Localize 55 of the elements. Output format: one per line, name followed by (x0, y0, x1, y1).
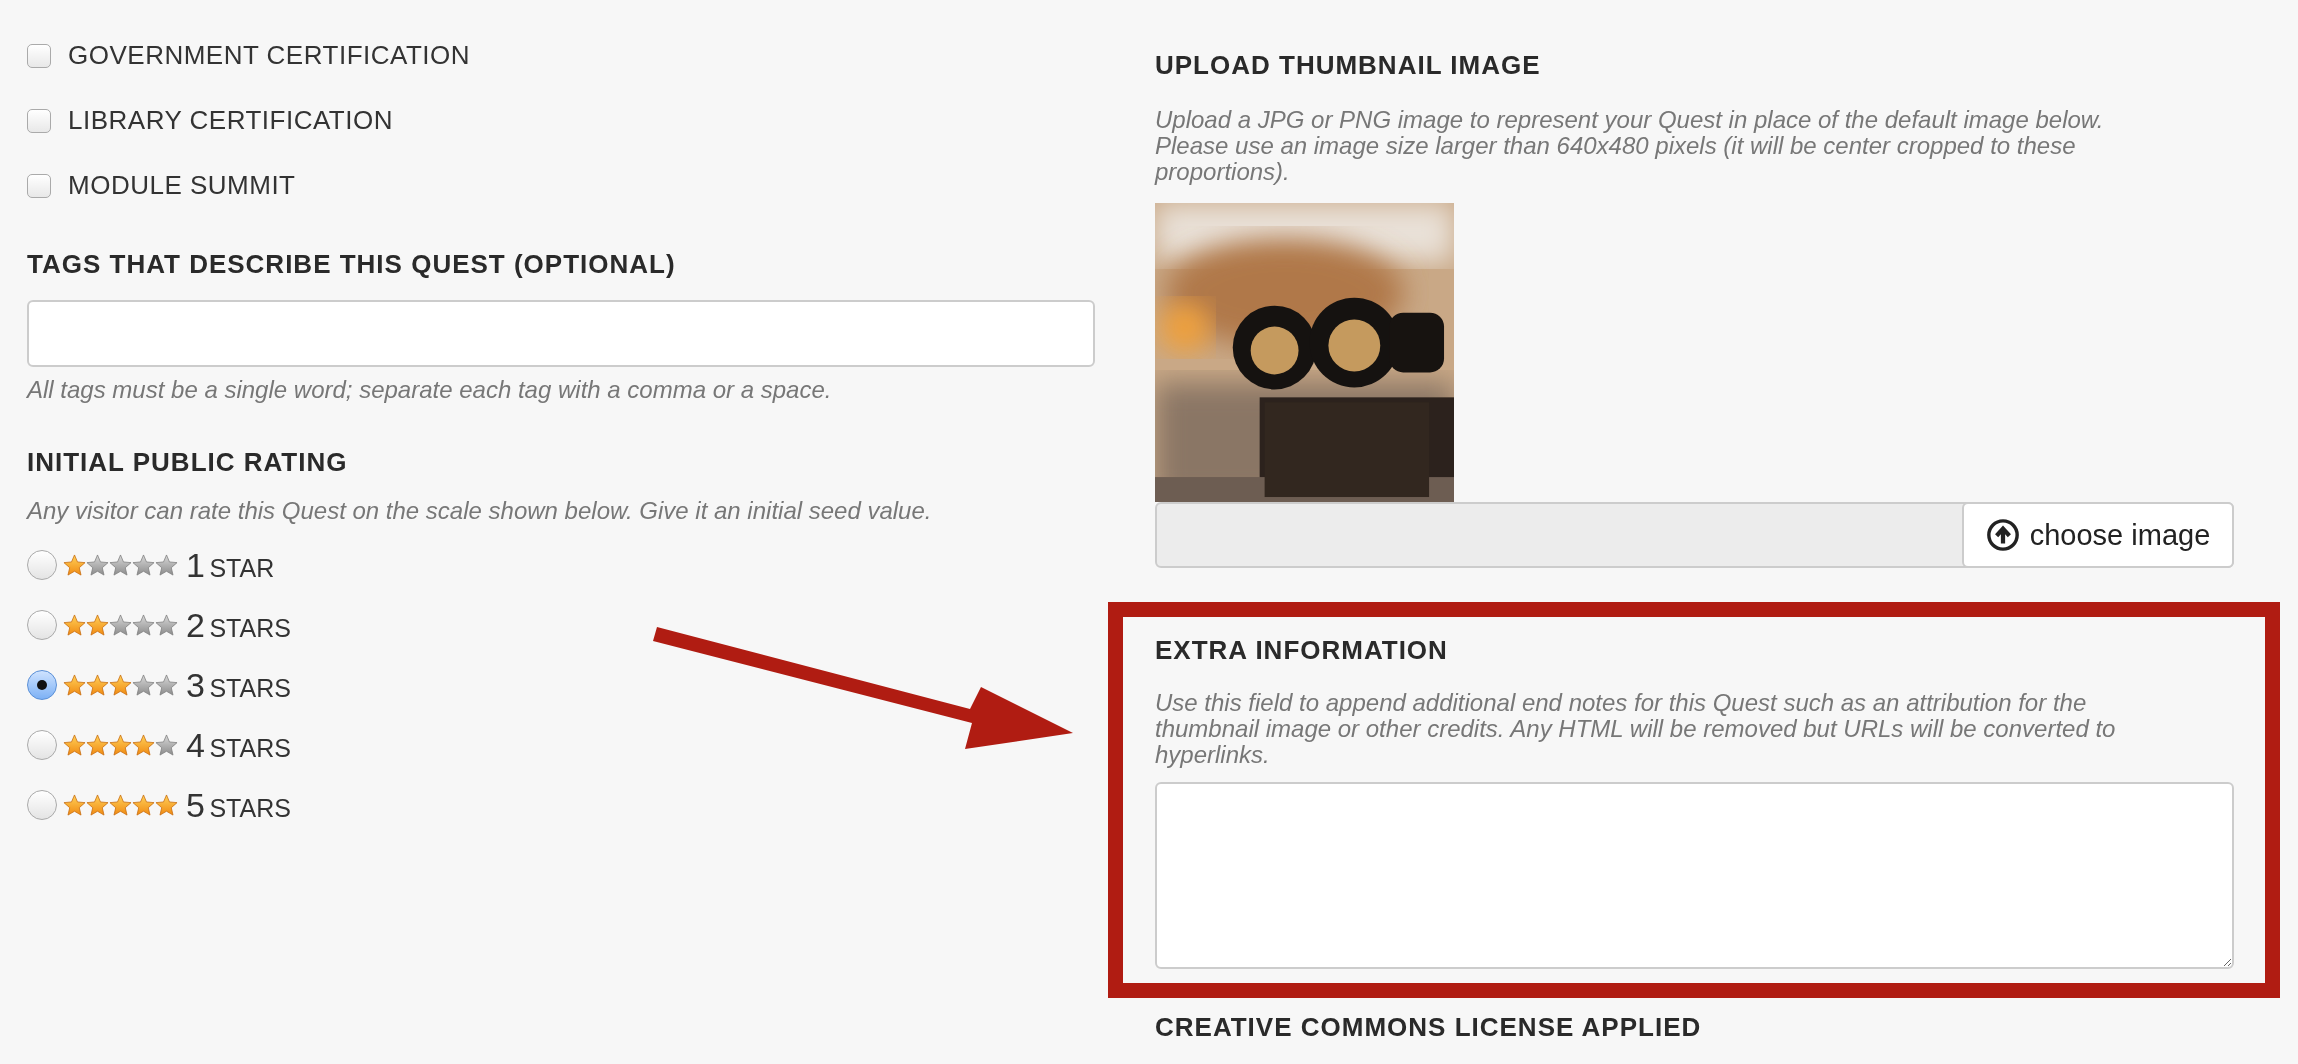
radio-button[interactable] (27, 730, 57, 760)
tags-field[interactable] (27, 300, 1095, 367)
section-heading: UPLOAD THUMBNAIL IMAGE (1155, 50, 1542, 81)
star-icon (132, 733, 155, 757)
section-heading: CREATIVE COMMONS LICENSE APPLIED (1155, 1012, 1703, 1043)
star-icon (109, 673, 132, 697)
checkbox-label[interactable]: MODULE SUMMIT (68, 170, 296, 201)
checkbox[interactable] (27, 108, 51, 133)
star-icon (109, 553, 132, 577)
choose-image-button[interactable]: choose image (1962, 502, 2234, 568)
star-icon (86, 793, 109, 817)
upload-icon (1985, 518, 2020, 552)
radio-button[interactable] (27, 790, 57, 820)
star-icon (86, 733, 109, 757)
section-heading: EXTRA INFORMATION (1155, 635, 1449, 666)
star-icon (132, 613, 155, 637)
text-area[interactable] (1155, 782, 2234, 969)
star-icon (132, 673, 155, 697)
checkbox[interactable] (27, 43, 51, 68)
star-icon (155, 553, 178, 577)
star-icon (155, 673, 178, 697)
rating-label[interactable]: 2 STARS (186, 605, 291, 645)
rating-label[interactable]: 4 STARS (186, 725, 291, 765)
rating-label[interactable]: 3 STARS (186, 665, 291, 705)
star-icon (155, 613, 178, 637)
help-text: Any visitor can rate this Quest on the scale shown below. Give it an initial seed value. (27, 498, 933, 524)
star-icon (86, 613, 109, 637)
radio-button[interactable] (27, 670, 57, 700)
checkbox-label[interactable]: LIBRARY CERTIFICATION (68, 105, 393, 136)
star-icon (86, 553, 109, 577)
section-heading: INITIAL PUBLIC RATING (27, 447, 349, 478)
star-icon (63, 553, 86, 577)
star-icon (155, 733, 178, 757)
rating-label[interactable]: 5 STARS (186, 785, 291, 825)
star-icon (63, 793, 86, 817)
radio-button[interactable] (27, 610, 57, 640)
star-icon (109, 733, 132, 757)
star-icon (63, 613, 86, 637)
radio-button[interactable] (27, 550, 57, 580)
star-icon (109, 613, 132, 637)
checkbox[interactable] (27, 173, 51, 198)
star-icon (155, 793, 178, 817)
star-icon (63, 673, 86, 697)
section-heading: TAGS THAT DESCRIBE THIS QUEST (OPTIONAL) (27, 249, 677, 280)
star-icon (109, 793, 132, 817)
checkbox-label[interactable]: GOVERNMENT CERTIFICATION (68, 40, 471, 71)
star-icon (63, 733, 86, 757)
star-icon (132, 553, 155, 577)
help-text: Upload a JPG or PNG image to represent your Quest in place of the default image below. Please use an image size larger than 640x480 pixels (it will be center cropped to these proportions). (1155, 107, 2105, 185)
rating-label[interactable]: 1 STAR (186, 545, 275, 585)
help-text: All tags must be a single word; separate each tag with a comma or a space. (27, 377, 833, 403)
file-field[interactable]: choose image (1155, 502, 2234, 568)
star-icon (132, 793, 155, 817)
star-icon (86, 673, 109, 697)
help-text: Use this field to append additional end notes for this Quest such as an attribution for the thumbnail image or other credits. Any HTML will be removed but URLs will be converted to hyperlinks. (1155, 690, 2117, 768)
